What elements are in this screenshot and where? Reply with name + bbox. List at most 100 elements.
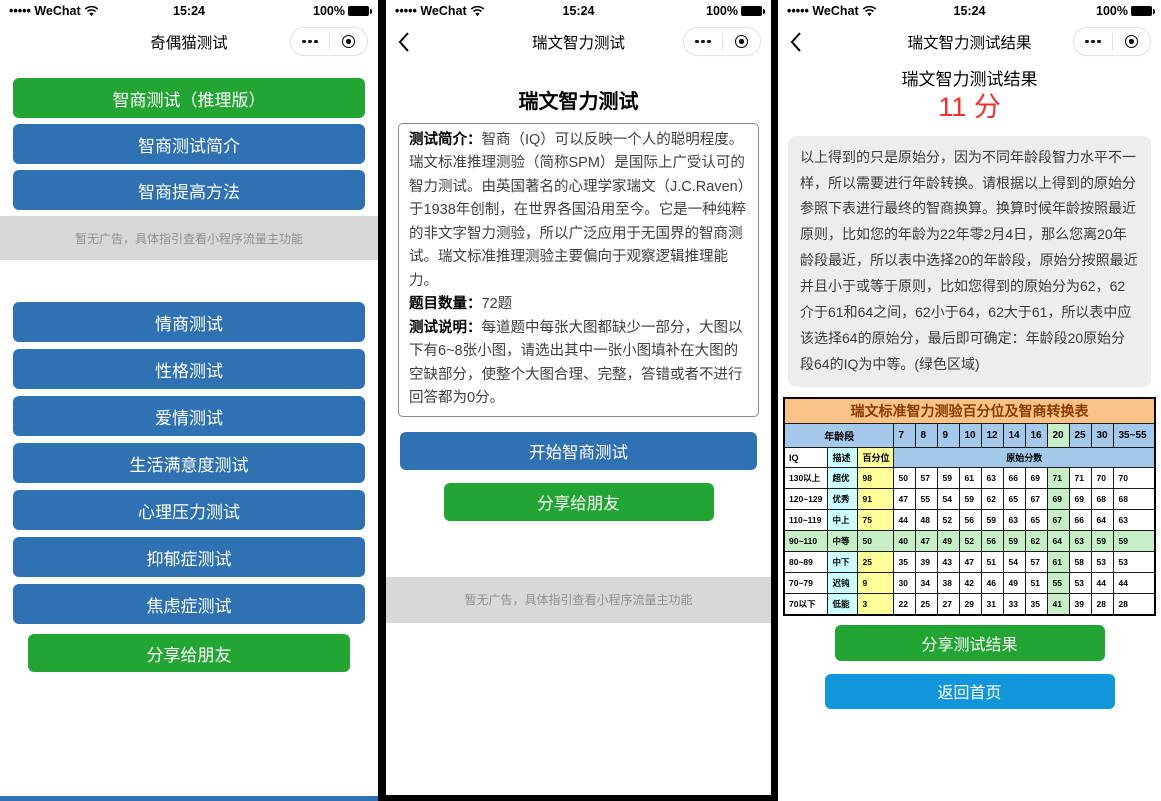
more-icon[interactable] [1074, 40, 1112, 44]
table-row: 70以下低能32225272931333541392828 [784, 594, 1155, 615]
cell-score: 69 [1048, 489, 1070, 510]
explanation-box: 以上得到的只是原始分，因为不同年龄段智力水平不一样，所以需要进行年龄转换。请根据… [788, 136, 1151, 387]
nav-bar: 奇偶猫测试 [0, 22, 378, 62]
cell-desc: 超优 [828, 468, 858, 489]
age-col: 35~55 [1114, 424, 1155, 448]
cell-score: 61 [1048, 552, 1070, 573]
cell-score: 44 [1114, 573, 1155, 594]
cell-score: 57 [916, 468, 938, 489]
cell-score: 35 [1026, 594, 1048, 615]
col-pct: 百分位 [858, 448, 894, 468]
cell-iq: 70以下 [784, 594, 828, 615]
battery-indicator: 100% [706, 4, 762, 18]
cell-score: 64 [1048, 531, 1070, 552]
cell-score: 69 [1070, 489, 1092, 510]
cell-desc: 中下 [828, 552, 858, 573]
cell-desc: 低能 [828, 594, 858, 615]
table-row: 130以上超优985057596163666971717070 [784, 468, 1155, 489]
ad-banner: 暂无广告，具体指引查看小程序流量主功能 [0, 216, 378, 260]
cell-score: 66 [1004, 468, 1026, 489]
score-value: 11 分 [778, 93, 1161, 123]
share-button[interactable]: 分享给朋友 [28, 634, 350, 672]
menu-button[interactable]: 心理压力测试 [13, 490, 365, 530]
cell-score: 27 [938, 594, 960, 615]
capsule-menu[interactable] [290, 27, 368, 56]
age-col: 30 [1092, 424, 1114, 448]
menu-button[interactable]: 情商测试 [13, 302, 365, 342]
cell-score: 51 [1026, 573, 1048, 594]
cell-score: 54 [1004, 552, 1026, 573]
carrier-text: ••••• WeChat [787, 4, 859, 18]
nav-bar: 瑞文智力测试结果 [778, 22, 1161, 62]
cell-score: 30 [894, 573, 916, 594]
back-icon[interactable] [396, 31, 412, 53]
minimize-icon[interactable] [1113, 35, 1151, 48]
cell-score: 35 [894, 552, 916, 573]
battery-icon [348, 6, 369, 16]
age-col: 7 [894, 424, 916, 448]
minimize-icon[interactable] [330, 35, 368, 48]
cell-desc: 中上 [828, 510, 858, 531]
carrier-label: ••••• WeChat [787, 4, 877, 18]
capsule-menu[interactable] [683, 27, 761, 56]
status-bar: ••••• WeChat 15:24 100% [0, 0, 378, 22]
cell-score: 47 [894, 489, 916, 510]
share-result-button[interactable]: 分享测试结果 [835, 625, 1105, 661]
cell-iq: 70~79 [784, 573, 828, 594]
cell-score: 59 [1114, 531, 1155, 552]
cell-score: 67 [1048, 510, 1070, 531]
battery-percent: 100% [706, 4, 738, 18]
cell-score: 71 [1048, 468, 1070, 489]
cell-score: 53 [1070, 573, 1092, 594]
status-bar: ••••• WeChat 15:24 100% [386, 0, 771, 22]
cell-score: 59 [938, 468, 960, 489]
minimize-icon[interactable] [723, 35, 761, 48]
cell-desc: 中等 [828, 531, 858, 552]
menu-button[interactable]: 生活满意度测试 [13, 443, 365, 483]
menu-button[interactable]: 智商测试简介 [13, 124, 365, 164]
panel-result: ••••• WeChat 15:24 100% 瑞文智力测试结果 瑞文智力测试结… [778, 0, 1161, 801]
cell-iq: 130以上 [784, 468, 828, 489]
back-home-button[interactable]: 返回首页 [825, 674, 1115, 709]
menu-button[interactable]: 智商测试（推理版） [13, 78, 365, 118]
table-row: 80~89中下253539434751545761585353 [784, 552, 1155, 573]
cell-score: 28 [1114, 594, 1155, 615]
divider [378, 0, 386, 801]
cell-score: 54 [938, 489, 960, 510]
cell-iq: 90~110 [784, 531, 828, 552]
share-button[interactable]: 分享给朋友 [444, 483, 714, 521]
cell-score: 48 [916, 510, 938, 531]
more-icon[interactable] [684, 40, 722, 44]
cell-score: 53 [1114, 552, 1155, 573]
menu-button[interactable]: 抑郁症测试 [13, 537, 365, 577]
home-top-buttons: 智商测试（推理版） 智商测试简介智商提高方法 [0, 62, 378, 210]
cell-score: 62 [982, 489, 1004, 510]
divider [378, 795, 778, 801]
carrier-label: ••••• WeChat [9, 4, 99, 18]
more-icon[interactable] [291, 40, 329, 44]
clock: 15:24 [954, 4, 986, 18]
panel-home: ••••• WeChat 15:24 100% 奇偶猫测试 智商测试（推理版）智… [0, 0, 378, 801]
menu-button[interactable]: 爱情测试 [13, 396, 365, 436]
cell-score: 63 [1114, 510, 1155, 531]
intro-label: 测试说明： [409, 320, 482, 336]
menu-button[interactable]: 智商提高方法 [13, 170, 365, 210]
battery-percent: 100% [1096, 4, 1128, 18]
menu-button[interactable]: 焦虑症测试 [13, 584, 365, 624]
capsule-menu[interactable] [1073, 27, 1151, 56]
menu-button[interactable]: 性格测试 [13, 349, 365, 389]
cell-pct: 9 [858, 573, 894, 594]
back-icon[interactable] [788, 31, 804, 53]
cell-score: 46 [982, 573, 1004, 594]
cell-score: 63 [1004, 510, 1026, 531]
cell-desc: 优秀 [828, 489, 858, 510]
cell-iq: 120~129 [784, 489, 828, 510]
age-col: 8 [916, 424, 938, 448]
battery-icon [1131, 6, 1152, 16]
cell-score: 44 [894, 510, 916, 531]
cell-score: 59 [960, 489, 982, 510]
start-test-button[interactable]: 开始智商测试 [400, 432, 757, 470]
battery-percent: 100% [313, 4, 345, 18]
ad-text: 暂无广告，具体指引查看小程序流量主功能 [75, 230, 303, 247]
cell-score: 50 [894, 468, 916, 489]
